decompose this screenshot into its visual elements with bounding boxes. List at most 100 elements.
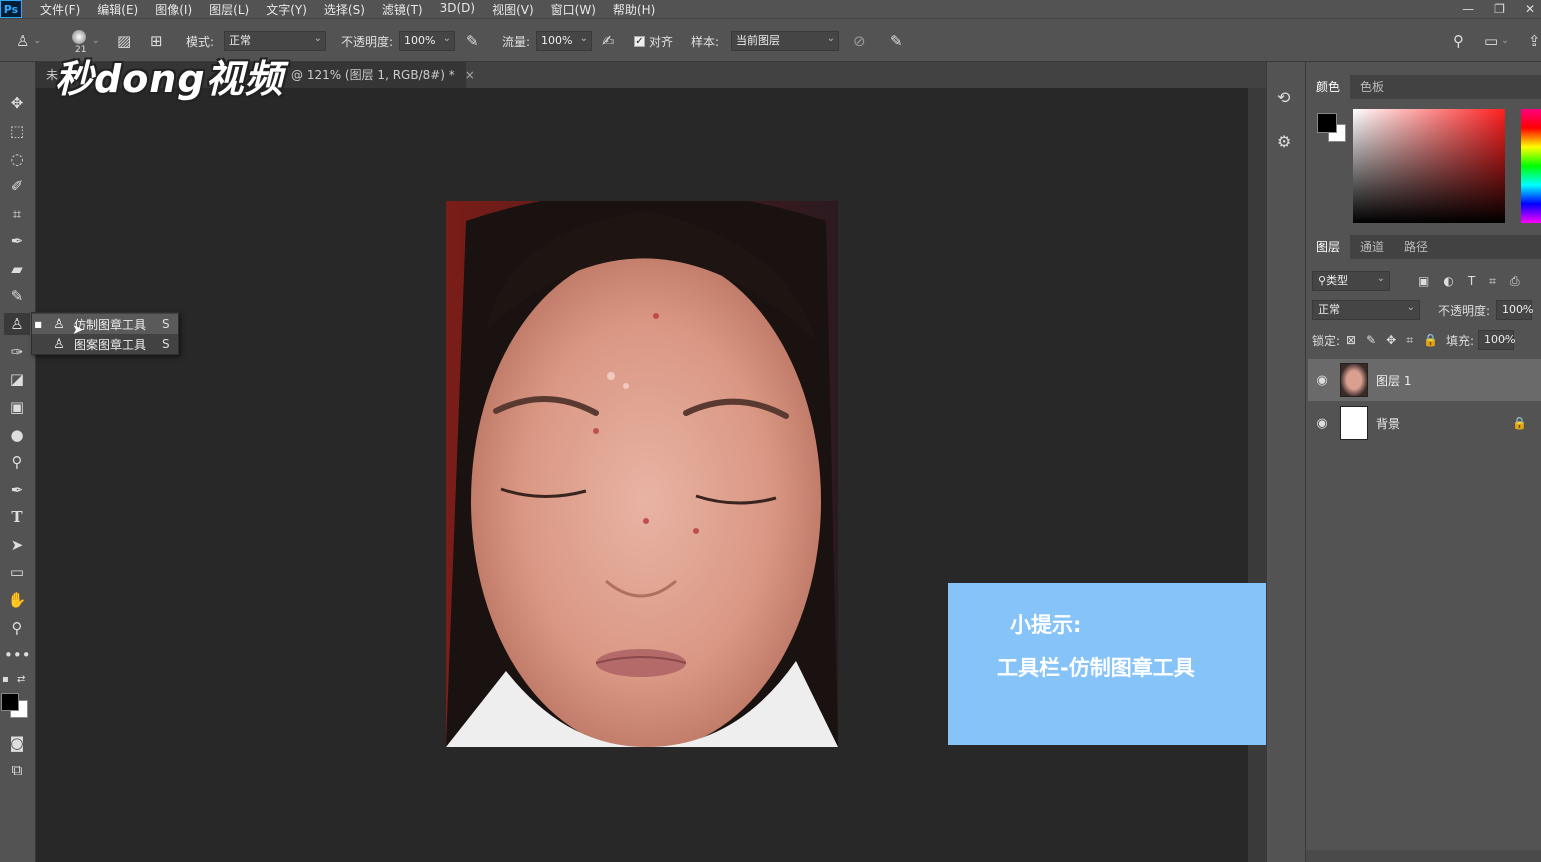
eraser-tool[interactable]: ◪ <box>4 368 30 390</box>
crop-tool[interactable]: ⌗ <box>4 203 30 225</box>
type-tool[interactable]: T <box>4 506 30 528</box>
watermark-logo: 秒dong视频 <box>55 57 284 101</box>
lock-artboard-icon[interactable]: ⌗ <box>1406 333 1413 348</box>
tab-close-icon[interactable]: × <box>465 68 475 82</box>
move-icon: ✥ <box>10 94 24 112</box>
color-panel-tabs: 颜色 色板 <box>1306 75 1541 99</box>
menu-file[interactable]: 文件(F) <box>40 1 80 18</box>
pressure-size-button[interactable]: ✎ <box>890 19 903 63</box>
layer-filter-select[interactable]: ⚲类型 <box>1312 270 1390 291</box>
color-panel-foreground-swatch[interactable] <box>1317 113 1337 133</box>
restore-icon[interactable]: ❐ <box>1494 0 1505 18</box>
tab-channels[interactable]: 通道 <box>1350 235 1394 259</box>
menu-help[interactable]: 帮助(H) <box>613 1 655 18</box>
lock-pixels-icon[interactable]: ✎ <box>1366 333 1376 348</box>
flow-input[interactable]: 100% <box>536 30 593 51</box>
flyout-item-pattern-stamp[interactable]: ♙ 图案图章工具 S <box>32 334 178 354</box>
menu-image[interactable]: 图像(I) <box>155 1 192 18</box>
menu-filter[interactable]: 滤镜(T) <box>382 1 423 18</box>
tab-layers[interactable]: 图层 <box>1306 235 1351 259</box>
history-panel-icon[interactable]: ⟲ <box>1277 88 1290 107</box>
marquee-tool[interactable]: ⬚ <box>4 120 30 142</box>
adjustment-filter-icon[interactable]: ◐ <box>1443 274 1453 289</box>
layer-row[interactable]: ◉ 图层 1 <box>1308 359 1541 401</box>
zoom-icon: ⚲ <box>11 619 23 637</box>
mouse-cursor-icon: ➤ <box>72 322 84 338</box>
screen-mode-button[interactable]: ⧉ <box>4 759 30 781</box>
hue-slider[interactable] <box>1521 109 1541 223</box>
brush-icon: ✎ <box>10 287 24 305</box>
share-button[interactable]: ⇪ <box>1528 19 1541 63</box>
menu-type[interactable]: 文字(Y) <box>266 1 307 18</box>
minimize-icon[interactable]: — <box>1462 0 1474 18</box>
airbrush-button[interactable]: ✍ <box>602 19 615 63</box>
tip-body: 工具栏-仿制图章工具 <box>997 656 1195 680</box>
aligned-checkbox[interactable]: ✓ 对齐 <box>634 19 673 63</box>
lock-position-icon[interactable]: ✥ <box>1386 333 1396 348</box>
tool-preset-picker[interactable]: ♙ ⌄ <box>16 19 41 63</box>
gradient-tool[interactable]: ▣ <box>4 396 30 418</box>
crop-icon: ⌗ <box>12 205 22 223</box>
move-tool[interactable]: ✥ <box>4 92 30 114</box>
sample-select[interactable]: 当前图层 <box>731 30 840 51</box>
properties-panel-icon[interactable]: ⚙ <box>1277 132 1291 151</box>
default-colors-icon[interactable]: ▪ <box>2 674 9 685</box>
close-icon[interactable]: ✕ <box>1525 0 1535 18</box>
rectangle-tool[interactable]: ▭ <box>4 561 30 583</box>
path-selection-tool[interactable]: ➤ <box>4 534 30 556</box>
eye-icon[interactable]: ◉ <box>1308 373 1336 388</box>
layer-opacity-input[interactable]: 100% <box>1496 299 1534 320</box>
quick-selection-tool[interactable]: ✐ <box>4 175 30 197</box>
fill-input[interactable]: 100% <box>1478 329 1515 350</box>
shape-filter-icon[interactable]: ⌗ <box>1489 274 1496 289</box>
stamp-tool-flyout: ■ ♙ 仿制图章工具 S ♙ 图案图章工具 S <box>31 312 179 355</box>
document-photo[interactable] <box>446 201 838 747</box>
menu-edit[interactable]: 编辑(E) <box>97 1 138 18</box>
smart-object-filter-icon[interactable]: ⎙ <box>1510 274 1520 289</box>
search-button[interactable]: ⚲ <box>1453 19 1464 63</box>
lasso-tool[interactable]: ◌ <box>4 148 30 170</box>
color-spectrum[interactable] <box>1353 109 1505 223</box>
ignore-adjustment-layers-button[interactable]: ⊘ <box>853 19 866 63</box>
history-brush-tool[interactable]: ✑ <box>4 341 30 363</box>
menu-view[interactable]: 视图(V) <box>492 1 534 18</box>
pressure-opacity-button[interactable]: ✎ <box>466 19 479 63</box>
pen-tool[interactable]: ✒ <box>4 479 30 501</box>
type-filter-icon[interactable]: T <box>1468 274 1475 289</box>
face-photo-image <box>446 201 838 747</box>
swap-colors-icon[interactable]: ⇄ <box>17 674 25 685</box>
more-tools-button[interactable]: ••• <box>4 644 31 666</box>
flow-label: 流量: <box>502 34 531 49</box>
vertical-scrollbar[interactable] <box>1248 88 1266 862</box>
menu-layer[interactable]: 图层(L) <box>209 1 249 18</box>
blend-mode-select[interactable]: 正常 <box>1312 299 1420 320</box>
lock-transparent-icon[interactable]: ⊠ <box>1346 333 1356 348</box>
dodge-tool[interactable]: ⚲ <box>4 451 30 473</box>
hand-tool[interactable]: ✋ <box>4 589 30 611</box>
foreground-color-swatch[interactable] <box>1 693 19 711</box>
pixel-filter-icon[interactable]: ▣ <box>1418 274 1429 289</box>
layer-thumbnail <box>1340 406 1368 440</box>
opacity-input[interactable]: 100% <box>399 30 456 51</box>
eye-icon[interactable]: ◉ <box>1308 416 1336 431</box>
lock-all-icon[interactable]: 🔒 <box>1423 333 1438 348</box>
lock-row: 锁定: ⊠ ✎ ✥ ⌗ 🔒 填充: 100% <box>1306 329 1541 350</box>
eyedropper-tool[interactable]: ✒ <box>4 230 30 252</box>
tab-paths[interactable]: 路径 <box>1394 235 1438 259</box>
healing-brush-tool[interactable]: ▰ <box>4 258 30 280</box>
tab-title: @ 121% (图层 1, RGB/8#) * <box>291 68 455 82</box>
zoom-tool[interactable]: ⚲ <box>4 617 30 639</box>
flyout-item-clone-stamp[interactable]: ■ ♙ 仿制图章工具 S <box>32 314 178 334</box>
tab-swatches[interactable]: 色板 <box>1350 75 1394 99</box>
workspace-button[interactable]: ▭ ⌄ <box>1484 19 1509 63</box>
layer-row[interactable]: ◉ 背景 🔒 <box>1308 402 1541 444</box>
menu-window[interactable]: 窗口(W) <box>551 1 596 18</box>
brush-tool[interactable]: ✎ <box>4 285 30 307</box>
ellipsis-icon: ••• <box>4 646 31 664</box>
tab-color[interactable]: 颜色 <box>1306 75 1351 99</box>
quick-mask-button[interactable]: ◙ <box>4 732 30 754</box>
menu-select[interactable]: 选择(S) <box>324 1 365 18</box>
menu-3d[interactable]: 3D(D) <box>440 1 475 18</box>
clone-stamp-tool[interactable]: ♙ <box>4 313 30 335</box>
blur-tool[interactable]: ● <box>4 424 30 446</box>
